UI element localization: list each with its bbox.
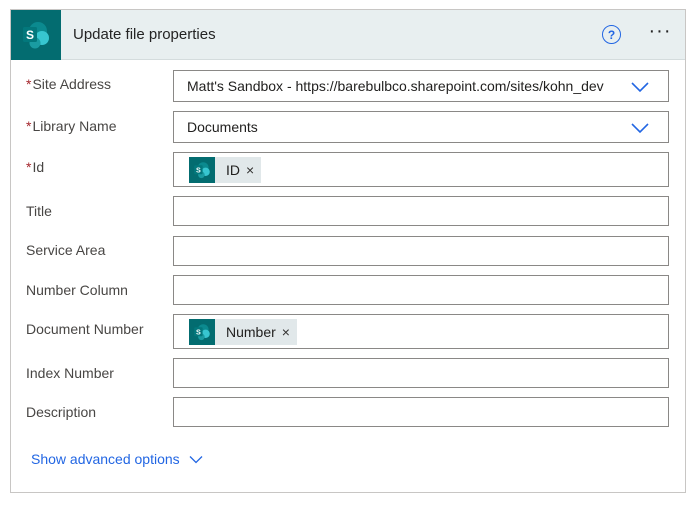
document-number-label: Document Number (26, 321, 144, 337)
library-name-value: Documents (187, 119, 258, 135)
sharepoint-icon: S (189, 319, 215, 345)
chevron-down-icon (189, 455, 203, 463)
help-circle-icon[interactable]: ? (602, 25, 621, 44)
title-input[interactable] (173, 196, 669, 226)
required-mark: * (26, 159, 32, 175)
chevron-down-icon[interactable] (630, 80, 650, 94)
close-icon[interactable]: × (282, 324, 290, 340)
id-label-text: Id (32, 159, 45, 175)
action-card: S Update file properties ? ··· *Site Add… (10, 9, 686, 493)
sharepoint-icon: S (189, 157, 215, 183)
number-column-label: Number Column (26, 282, 128, 298)
index-number-label: Index Number (26, 365, 114, 381)
show-advanced-options-link[interactable]: Show advanced options (31, 451, 203, 467)
service-area-input[interactable] (173, 236, 669, 266)
id-token-label: ID (226, 162, 240, 178)
site-address-label-text: Site Address (32, 76, 112, 92)
id-token[interactable]: S ID × (189, 157, 262, 183)
required-mark: * (26, 76, 32, 92)
number-token-label: Number (226, 324, 276, 340)
title-label: Title (26, 203, 52, 219)
site-address-dropdown[interactable]: Matt's Sandbox - https://barebulbco.shar… (173, 70, 669, 102)
sharepoint-icon: S (11, 10, 61, 60)
library-name-label-text: Library Name (32, 118, 117, 134)
site-address-value: Matt's Sandbox - https://barebulbco.shar… (187, 78, 604, 94)
description-label: Description (26, 404, 97, 420)
svg-text:S: S (26, 28, 34, 42)
id-input[interactable]: S ID × (173, 152, 669, 187)
chevron-down-icon[interactable] (630, 121, 650, 135)
id-label: *Id (26, 159, 44, 175)
close-icon[interactable]: × (246, 162, 254, 178)
svg-text:S: S (196, 165, 201, 174)
library-name-dropdown[interactable]: Documents (173, 111, 669, 143)
ellipsis-icon[interactable]: ··· (645, 21, 675, 44)
required-mark: * (26, 118, 32, 134)
number-token[interactable]: S Number × (189, 319, 297, 345)
show-advanced-options-label: Show advanced options (31, 451, 180, 467)
service-area-label: Service Area (26, 242, 106, 258)
action-title: Update file properties (73, 26, 216, 43)
document-number-input[interactable]: S Number × (173, 314, 669, 349)
number-column-input[interactable] (173, 275, 669, 305)
index-number-input[interactable] (173, 358, 669, 388)
library-name-label: *Library Name (26, 118, 116, 134)
site-address-label: *Site Address (26, 76, 111, 92)
svg-text:S: S (196, 327, 201, 336)
action-header[interactable]: S Update file properties ? ··· (11, 10, 685, 60)
description-input[interactable] (173, 397, 669, 427)
